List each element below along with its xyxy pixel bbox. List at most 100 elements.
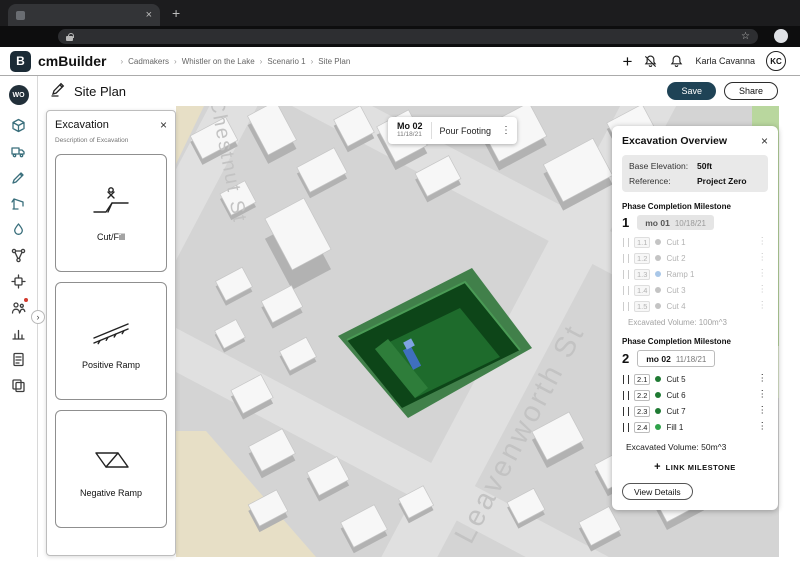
view-details-button[interactable]: View Details — [622, 483, 693, 500]
drag-handle-icon[interactable] — [623, 301, 629, 311]
reference-value: Project Zero — [697, 176, 747, 186]
share-button[interactable]: Share — [723, 82, 778, 100]
notification-dot — [23, 298, 28, 302]
phase-status-dot — [655, 287, 662, 293]
crane-tool-icon[interactable] — [9, 193, 29, 213]
phase-status-dot — [655, 271, 662, 277]
phase-label: Cut 6 — [666, 390, 686, 400]
breadcrumb-item[interactable]: Cadmakers — [128, 57, 169, 66]
new-tab-icon[interactable]: + — [172, 5, 180, 21]
breadcrumb-sep-icon: › — [174, 56, 177, 66]
plus-icon: + — [654, 461, 661, 473]
user-avatar[interactable]: KC — [766, 51, 786, 71]
link-milestone-label: LINK MILESTONE — [665, 462, 736, 472]
workflow-tool-icon[interactable] — [9, 245, 29, 265]
tab-close-icon[interactable]: × — [146, 9, 152, 21]
phase-menu-icon[interactable]: ⋮ — [758, 390, 768, 400]
phase-id: 1.5 — [634, 300, 651, 312]
drag-handle-icon[interactable] — [623, 390, 629, 400]
phase-row[interactable]: 2.3 Cut 7 ⋮ — [622, 403, 768, 419]
drag-handle-icon[interactable] — [623, 285, 629, 295]
phase-menu-icon[interactable]: ⋮ — [758, 301, 768, 311]
link-milestone-button[interactable]: + LINK MILESTONE — [622, 461, 768, 473]
duplicate-tool-icon[interactable] — [9, 375, 29, 395]
tool-cut-fill[interactable]: Cut/Fill — [55, 154, 167, 272]
phase-row[interactable]: 1.3 Ramp 1 ⋮ — [622, 266, 768, 282]
drag-handle-icon[interactable] — [623, 253, 629, 263]
phase-menu-icon[interactable]: ⋮ — [758, 406, 768, 416]
phase-status-dot — [655, 392, 662, 398]
milestone-section-label: Phase Completion Milestone — [622, 202, 731, 211]
milestone-badge[interactable]: mo 02 11/18/21 — [637, 350, 716, 367]
phase-status-dot — [655, 255, 662, 261]
address-bar[interactable]: ☆ — [58, 29, 758, 44]
phase-menu-icon[interactable]: ⋮ — [758, 237, 768, 247]
close-icon[interactable]: × — [761, 135, 768, 147]
phase-row[interactable]: 2.4 Fill 1 ⋮ — [622, 419, 768, 435]
bell-icon[interactable] — [669, 54, 684, 69]
negative-ramp-icon — [95, 452, 129, 468]
workspace-badge[interactable]: WO — [8, 85, 29, 105]
markup-tool-icon[interactable] — [9, 167, 29, 187]
massing-tool-icon[interactable] — [9, 115, 29, 135]
phase-row[interactable]: 1.1 Cut 1 ⋮ — [622, 234, 768, 250]
phase-row[interactable]: 2.2 Cut 6 ⋮ — [622, 387, 768, 403]
phase-status-dot — [655, 424, 662, 430]
bookmark-star-icon[interactable]: ☆ — [741, 31, 750, 42]
milestone-badge-date: 10/18/21 — [674, 218, 706, 228]
drag-handle-icon[interactable] — [623, 269, 629, 279]
cmbuilder-logo[interactable]: B — [10, 50, 31, 72]
tool-positive-ramp[interactable]: Positive Ramp — [55, 282, 167, 400]
browser-tab[interactable]: × — [8, 4, 160, 26]
save-button[interactable]: Save — [667, 82, 716, 100]
browser-chrome: × + ☆ — [0, 0, 800, 47]
timeline-task: Pour Footing — [439, 125, 492, 136]
breadcrumb-item[interactable]: Whistler on the Lake — [182, 57, 255, 66]
page-title: Site Plan — [74, 83, 127, 99]
drag-handle-icon[interactable] — [623, 237, 629, 247]
phase-row[interactable]: 1.5 Cut 4 ⋮ — [622, 298, 768, 314]
timeline-badge[interactable]: Mo 02 11/18/21 Pour Footing ⋮ — [388, 117, 518, 144]
tool-label: Positive Ramp — [81, 360, 141, 370]
timeline-date: 11/18/21 — [397, 130, 422, 138]
phase-row[interactable]: 1.2 Cut 2 ⋮ — [622, 250, 768, 266]
favicon-icon — [16, 10, 25, 20]
paint-tool-icon[interactable] — [9, 219, 29, 239]
logistics-tool-icon[interactable] — [9, 141, 29, 161]
add-icon[interactable]: + — [623, 53, 633, 70]
notifications-muted-icon[interactable] — [643, 54, 658, 69]
tool-negative-ramp[interactable]: Negative Ramp — [55, 410, 167, 528]
phase-id: 1.2 — [634, 252, 651, 264]
breadcrumb-item[interactable]: Site Plan — [318, 57, 350, 66]
phase-row[interactable]: 1.4 Cut 3 ⋮ — [622, 282, 768, 298]
phase-id: 1.4 — [634, 284, 651, 296]
automation-tool-icon[interactable] — [9, 271, 29, 291]
expand-rail-button[interactable]: › — [31, 310, 45, 324]
edit-title-icon[interactable] — [50, 81, 66, 102]
phase-menu-icon[interactable]: ⋮ — [758, 374, 768, 384]
milestone-badge[interactable]: mo 01 10/18/21 — [637, 215, 714, 230]
browser-profile-avatar[interactable] — [774, 29, 788, 43]
phase-menu-icon[interactable]: ⋮ — [758, 253, 768, 263]
drag-handle-icon[interactable] — [623, 406, 629, 416]
milestone-badge-date: 11/18/21 — [675, 354, 707, 364]
timeline-menu-icon[interactable]: ⋮ — [501, 125, 511, 136]
close-icon[interactable]: × — [160, 119, 167, 131]
phase-id: 2.2 — [634, 389, 651, 401]
app-window: × + ☆ B cmBuilder › Cadmakers › Whistler… — [0, 0, 800, 569]
phase-menu-icon[interactable]: ⋮ — [758, 269, 768, 279]
milestone-number: 2 — [622, 351, 630, 366]
phase-label: Cut 5 — [666, 374, 686, 384]
document-tool-icon[interactable] — [9, 349, 29, 369]
breadcrumb-item[interactable]: Scenario 1 — [267, 57, 305, 66]
drag-handle-icon[interactable] — [623, 374, 629, 384]
drag-handle-icon[interactable] — [623, 422, 629, 432]
team-tool-icon[interactable] — [9, 297, 29, 317]
phase-label: Fill 1 — [666, 422, 684, 432]
phase-menu-icon[interactable]: ⋮ — [758, 422, 768, 432]
excavation-overview-panel: Excavation Overview × Base Elevation: 50… — [612, 126, 778, 510]
report-tool-icon[interactable] — [9, 323, 29, 343]
phase-menu-icon[interactable]: ⋮ — [758, 285, 768, 295]
breadcrumb-sep-icon: › — [259, 56, 263, 66]
phase-row[interactable]: 2.1 Cut 5 ⋮ — [622, 371, 768, 387]
